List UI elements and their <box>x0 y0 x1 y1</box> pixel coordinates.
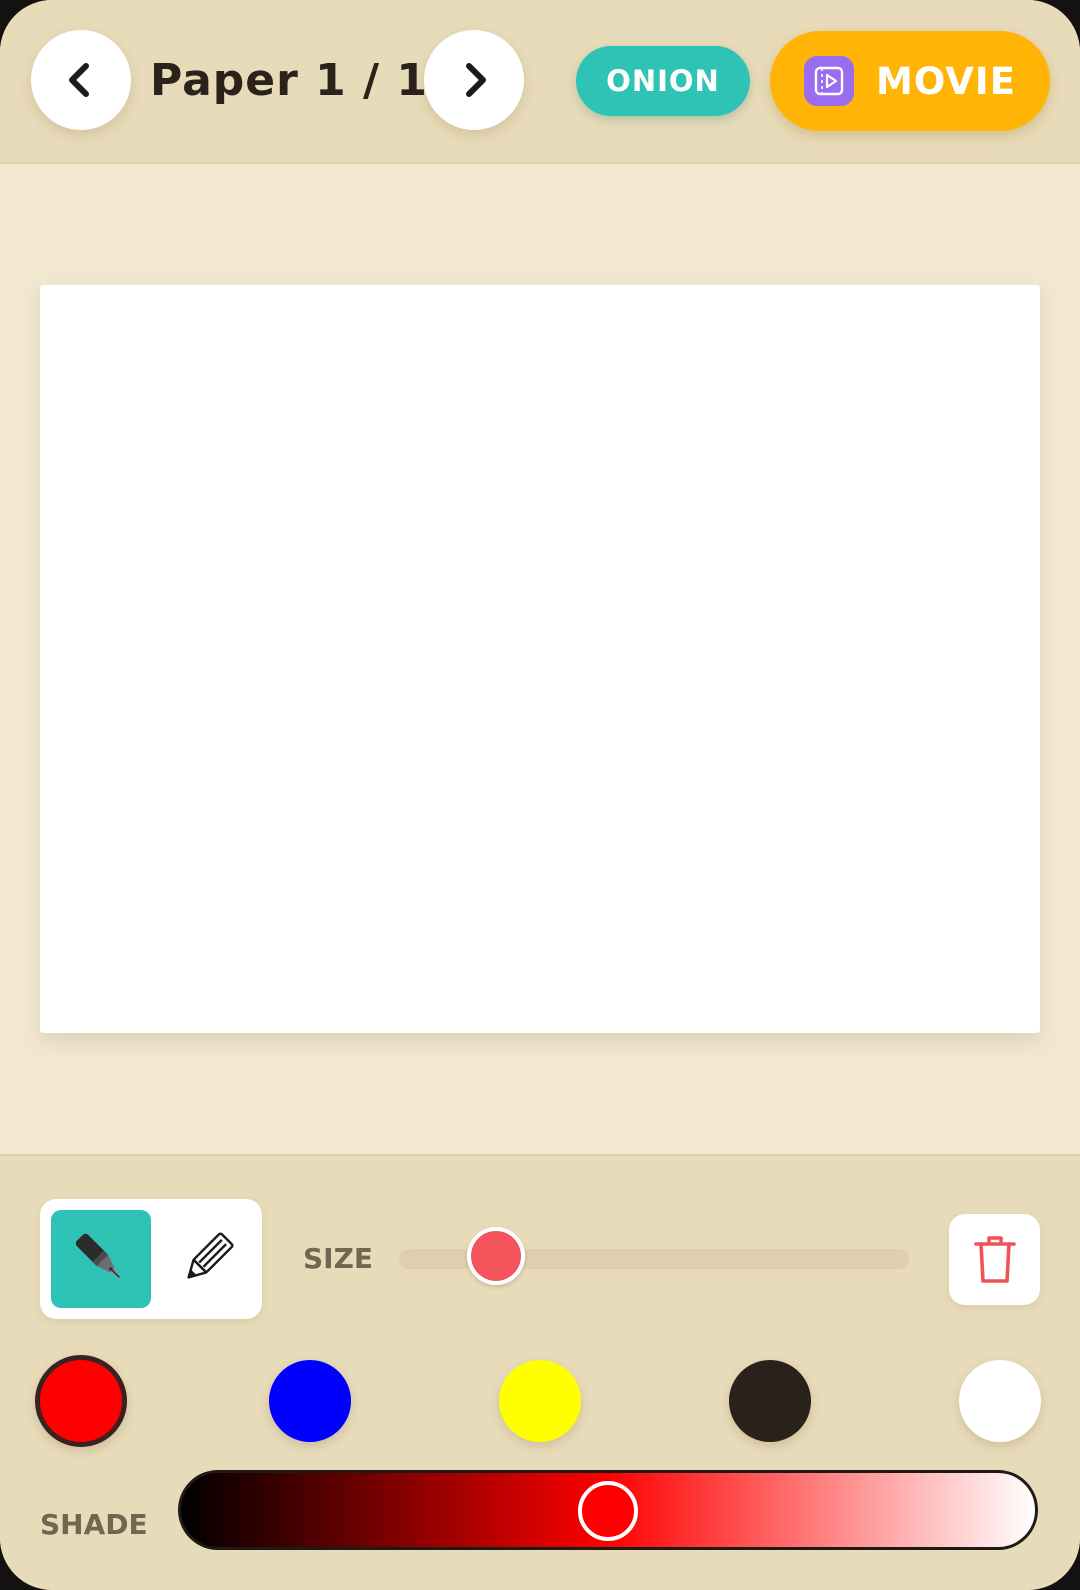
tool-selector <box>40 1199 262 1319</box>
drawing-canvas[interactable] <box>40 285 1040 1033</box>
color-swatch[interactable] <box>499 1360 581 1442</box>
movie-icon <box>804 56 855 106</box>
previous-page-button[interactable] <box>31 30 131 130</box>
page-title: Paper 1 / 1 <box>150 55 429 106</box>
pencil-icon <box>187 1232 234 1279</box>
next-page-button[interactable] <box>424 30 524 130</box>
top-bar: Paper 1 / 1 ONION MOVIE <box>0 0 1080 164</box>
app-window: Paper 1 / 1 ONION MOVIE SIZE SHADE <box>0 0 1080 1590</box>
color-swatch[interactable] <box>269 1360 351 1442</box>
chevron-right-icon <box>466 63 486 97</box>
color-swatch[interactable] <box>729 1360 811 1442</box>
movie-label: MOVIE <box>876 59 1016 103</box>
clear-canvas-button[interactable] <box>949 1214 1040 1305</box>
size-slider-thumb[interactable] <box>466 1227 525 1285</box>
onion-skin-button[interactable]: ONION <box>576 46 750 116</box>
shade-slider-thumb[interactable] <box>578 1481 638 1541</box>
pencil-tool-button[interactable] <box>158 1210 256 1308</box>
shade-label: SHADE <box>40 1508 148 1541</box>
color-swatch[interactable] <box>35 1355 127 1447</box>
trash-icon <box>973 1235 1016 1283</box>
pen-tool-button[interactable] <box>51 1210 151 1308</box>
size-label: SIZE <box>303 1242 374 1275</box>
color-swatch[interactable] <box>959 1360 1041 1442</box>
drawing-stage <box>0 164 1080 1154</box>
bottom-toolbar: SIZE SHADE <box>0 1154 1080 1590</box>
chevron-left-icon <box>69 63 89 97</box>
movie-button[interactable]: MOVIE <box>770 31 1050 131</box>
pen-icon <box>75 1233 121 1279</box>
